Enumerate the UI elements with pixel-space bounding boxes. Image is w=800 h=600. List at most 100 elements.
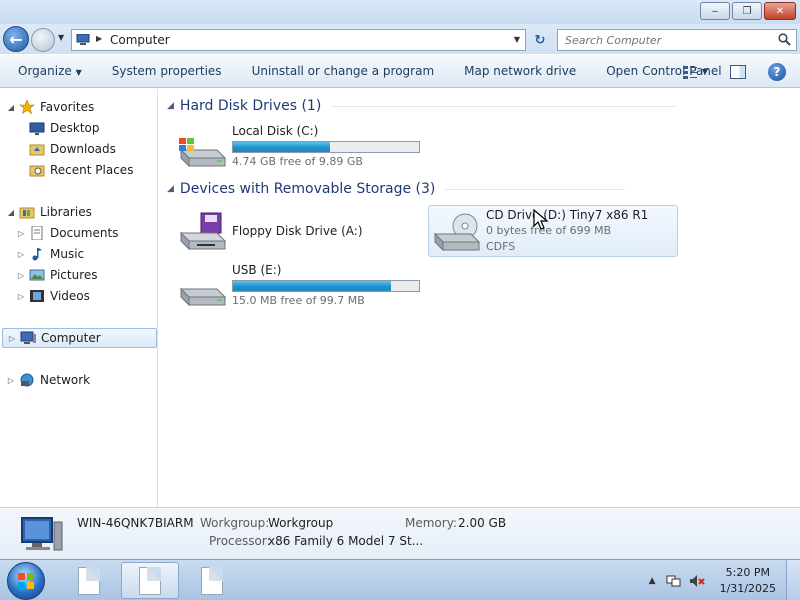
address-bar[interactable]: ▶ Computer ▼ xyxy=(71,29,526,51)
search-box[interactable] xyxy=(557,29,797,51)
show-hidden-icons-icon[interactable]: ▲ xyxy=(649,576,656,586)
details-pane: WIN-46QNK7BIARM Workgroup: Workgroup Mem… xyxy=(0,507,800,559)
nav-computer[interactable]: ▷ Computer xyxy=(2,328,157,348)
clock[interactable]: 5:20 PM 1/31/2025 xyxy=(720,565,776,597)
taskbar-app-2[interactable] xyxy=(121,562,179,599)
document-icon xyxy=(78,566,100,595)
expand-arrow-icon[interactable]: ▷ xyxy=(16,271,26,280)
nav-downloads[interactable]: Downloads xyxy=(26,139,116,159)
nav-videos[interactable]: ▷ Videos xyxy=(16,286,90,306)
group-title: Devices with Removable Storage (3) xyxy=(179,181,436,197)
computer-name: WIN-46QNK7BIARM xyxy=(77,516,194,530)
taskbar: ▲ 5:20 PM 1/31/2025 xyxy=(0,559,800,600)
drive-e-name: USB (E:) xyxy=(232,263,282,277)
drive-a[interactable]: Floppy Disk Drive (A:) xyxy=(175,205,423,257)
drive-e[interactable]: USB (E:) 15.0 MB free of 99.7 MB xyxy=(175,261,423,313)
nav-favorites-label: Favorites xyxy=(40,100,95,114)
nav-downloads-label: Downloads xyxy=(50,142,116,156)
network-tray-icon[interactable] xyxy=(666,573,682,589)
group-divider xyxy=(445,188,626,190)
back-button[interactable]: ← xyxy=(3,26,29,52)
address-path[interactable]: Computer xyxy=(110,33,170,47)
change-view-icon[interactable] xyxy=(682,65,698,79)
nav-desktop[interactable]: Desktop xyxy=(26,118,100,138)
downloads-folder-icon xyxy=(29,144,45,156)
organize-button[interactable]: Organize ▼ xyxy=(18,64,82,78)
nav-music[interactable]: ▷ Music xyxy=(16,244,84,264)
memory-label: Memory: xyxy=(405,516,457,530)
processor-label: Processor: xyxy=(209,534,271,548)
taskbar-app-3[interactable] xyxy=(183,562,241,599)
nav-libraries-label: Libraries xyxy=(40,205,92,219)
close-button[interactable]: ✕ xyxy=(764,2,796,20)
computer-icon xyxy=(21,517,63,551)
navigation-pane: ◢ Favorites Desktop Downloads Recent Pla… xyxy=(0,89,158,507)
expand-arrow-icon[interactable]: ▷ xyxy=(6,376,16,385)
nav-desktop-label: Desktop xyxy=(50,121,100,135)
help-icon[interactable]: ? xyxy=(768,62,786,81)
view-options-dropdown-icon[interactable]: ▼ xyxy=(702,67,708,76)
clock-time: 5:20 PM xyxy=(725,565,770,579)
document-icon xyxy=(139,566,161,595)
drive-d-filesystem: CDFS xyxy=(486,240,516,253)
breadcrumb-separator-icon[interactable]: ▶ xyxy=(96,34,102,43)
cd-drive-icon xyxy=(433,213,481,252)
drive-c-usage-fill xyxy=(233,142,330,152)
local-disk-icon xyxy=(179,138,227,168)
expand-arrow-icon[interactable]: ▷ xyxy=(16,250,26,259)
nav-music-label: Music xyxy=(50,247,85,261)
recent-places-icon xyxy=(29,165,45,177)
drive-e-usage-bar xyxy=(232,280,420,292)
processor-value: x86 Family 6 Model 7 St... xyxy=(268,534,424,548)
nav-network[interactable]: ▷ Network xyxy=(6,370,90,390)
start-button[interactable] xyxy=(7,562,45,600)
system-tray: ▲ 5:20 PM 1/31/2025 xyxy=(649,560,800,600)
nav-pictures-label: Pictures xyxy=(50,268,98,282)
expand-arrow-icon[interactable]: ▷ xyxy=(16,229,26,238)
drive-c-name: Local Disk (C:) xyxy=(232,124,319,138)
minimize-button[interactable]: ‒ xyxy=(700,2,730,20)
nav-network-label: Network xyxy=(40,373,91,387)
uninstall-program-button[interactable]: Uninstall or change a program xyxy=(252,64,435,78)
drive-e-usage-fill xyxy=(233,281,392,291)
collapse-arrow-icon[interactable]: ◢ xyxy=(6,208,16,217)
nav-favorites[interactable]: ◢ Favorites xyxy=(6,97,94,117)
computer-icon xyxy=(76,34,90,45)
nav-recent-places-label: Recent Places xyxy=(50,163,134,177)
address-dropdown-icon[interactable]: ▼ xyxy=(514,35,520,44)
maximize-button[interactable]: ❐ xyxy=(732,2,762,20)
system-properties-button[interactable]: System properties xyxy=(112,64,222,78)
drive-c-usage-bar xyxy=(232,141,420,153)
nav-pictures[interactable]: ▷ Pictures xyxy=(16,265,98,285)
recent-pages-dropdown-icon[interactable]: ▼ xyxy=(58,33,64,42)
usb-drive-icon xyxy=(179,287,227,307)
expand-arrow-icon[interactable]: ▷ xyxy=(16,292,26,301)
hard-disk-drives-group[interactable]: ◢ Hard Disk Drives (1) xyxy=(167,98,787,114)
nav-computer-label: Computer xyxy=(41,331,101,345)
drive-d[interactable]: CD Drive (D:) Tiny7 x86 R1 0 bytes free … xyxy=(428,205,678,257)
show-desktop-button[interactable] xyxy=(786,560,800,600)
drive-c[interactable]: Local Disk (C:) 4.74 GB free of 9.89 GB xyxy=(175,122,423,174)
removable-storage-group[interactable]: ◢ Devices with Removable Storage (3) xyxy=(167,181,787,197)
libraries-icon xyxy=(19,207,35,219)
search-input[interactable] xyxy=(565,32,765,48)
drive-d-name: CD Drive (D:) Tiny7 x86 R1 xyxy=(486,208,649,222)
mouse-pointer-icon xyxy=(533,209,549,230)
collapse-group-icon[interactable]: ◢ xyxy=(167,184,174,194)
volume-muted-icon[interactable] xyxy=(689,573,705,589)
network-icon xyxy=(20,373,34,387)
forward-button[interactable] xyxy=(31,28,55,52)
taskbar-app-1[interactable] xyxy=(60,562,118,599)
expand-arrow-icon[interactable]: ▷ xyxy=(7,334,17,343)
nav-documents[interactable]: ▷ Documents xyxy=(16,223,118,243)
drive-c-free-space: 4.74 GB free of 9.89 GB xyxy=(232,155,363,168)
refresh-icon[interactable]: ↻ xyxy=(529,29,551,51)
collapse-group-icon[interactable]: ◢ xyxy=(167,101,174,111)
documents-icon xyxy=(31,226,43,240)
collapse-arrow-icon[interactable]: ◢ xyxy=(6,103,16,112)
nav-libraries[interactable]: ◢ Libraries xyxy=(6,202,92,222)
nav-recent-places[interactable]: Recent Places xyxy=(26,160,133,180)
search-icon[interactable] xyxy=(778,33,791,46)
map-network-drive-button[interactable]: Map network drive xyxy=(464,64,576,78)
preview-pane-icon[interactable] xyxy=(730,64,746,79)
